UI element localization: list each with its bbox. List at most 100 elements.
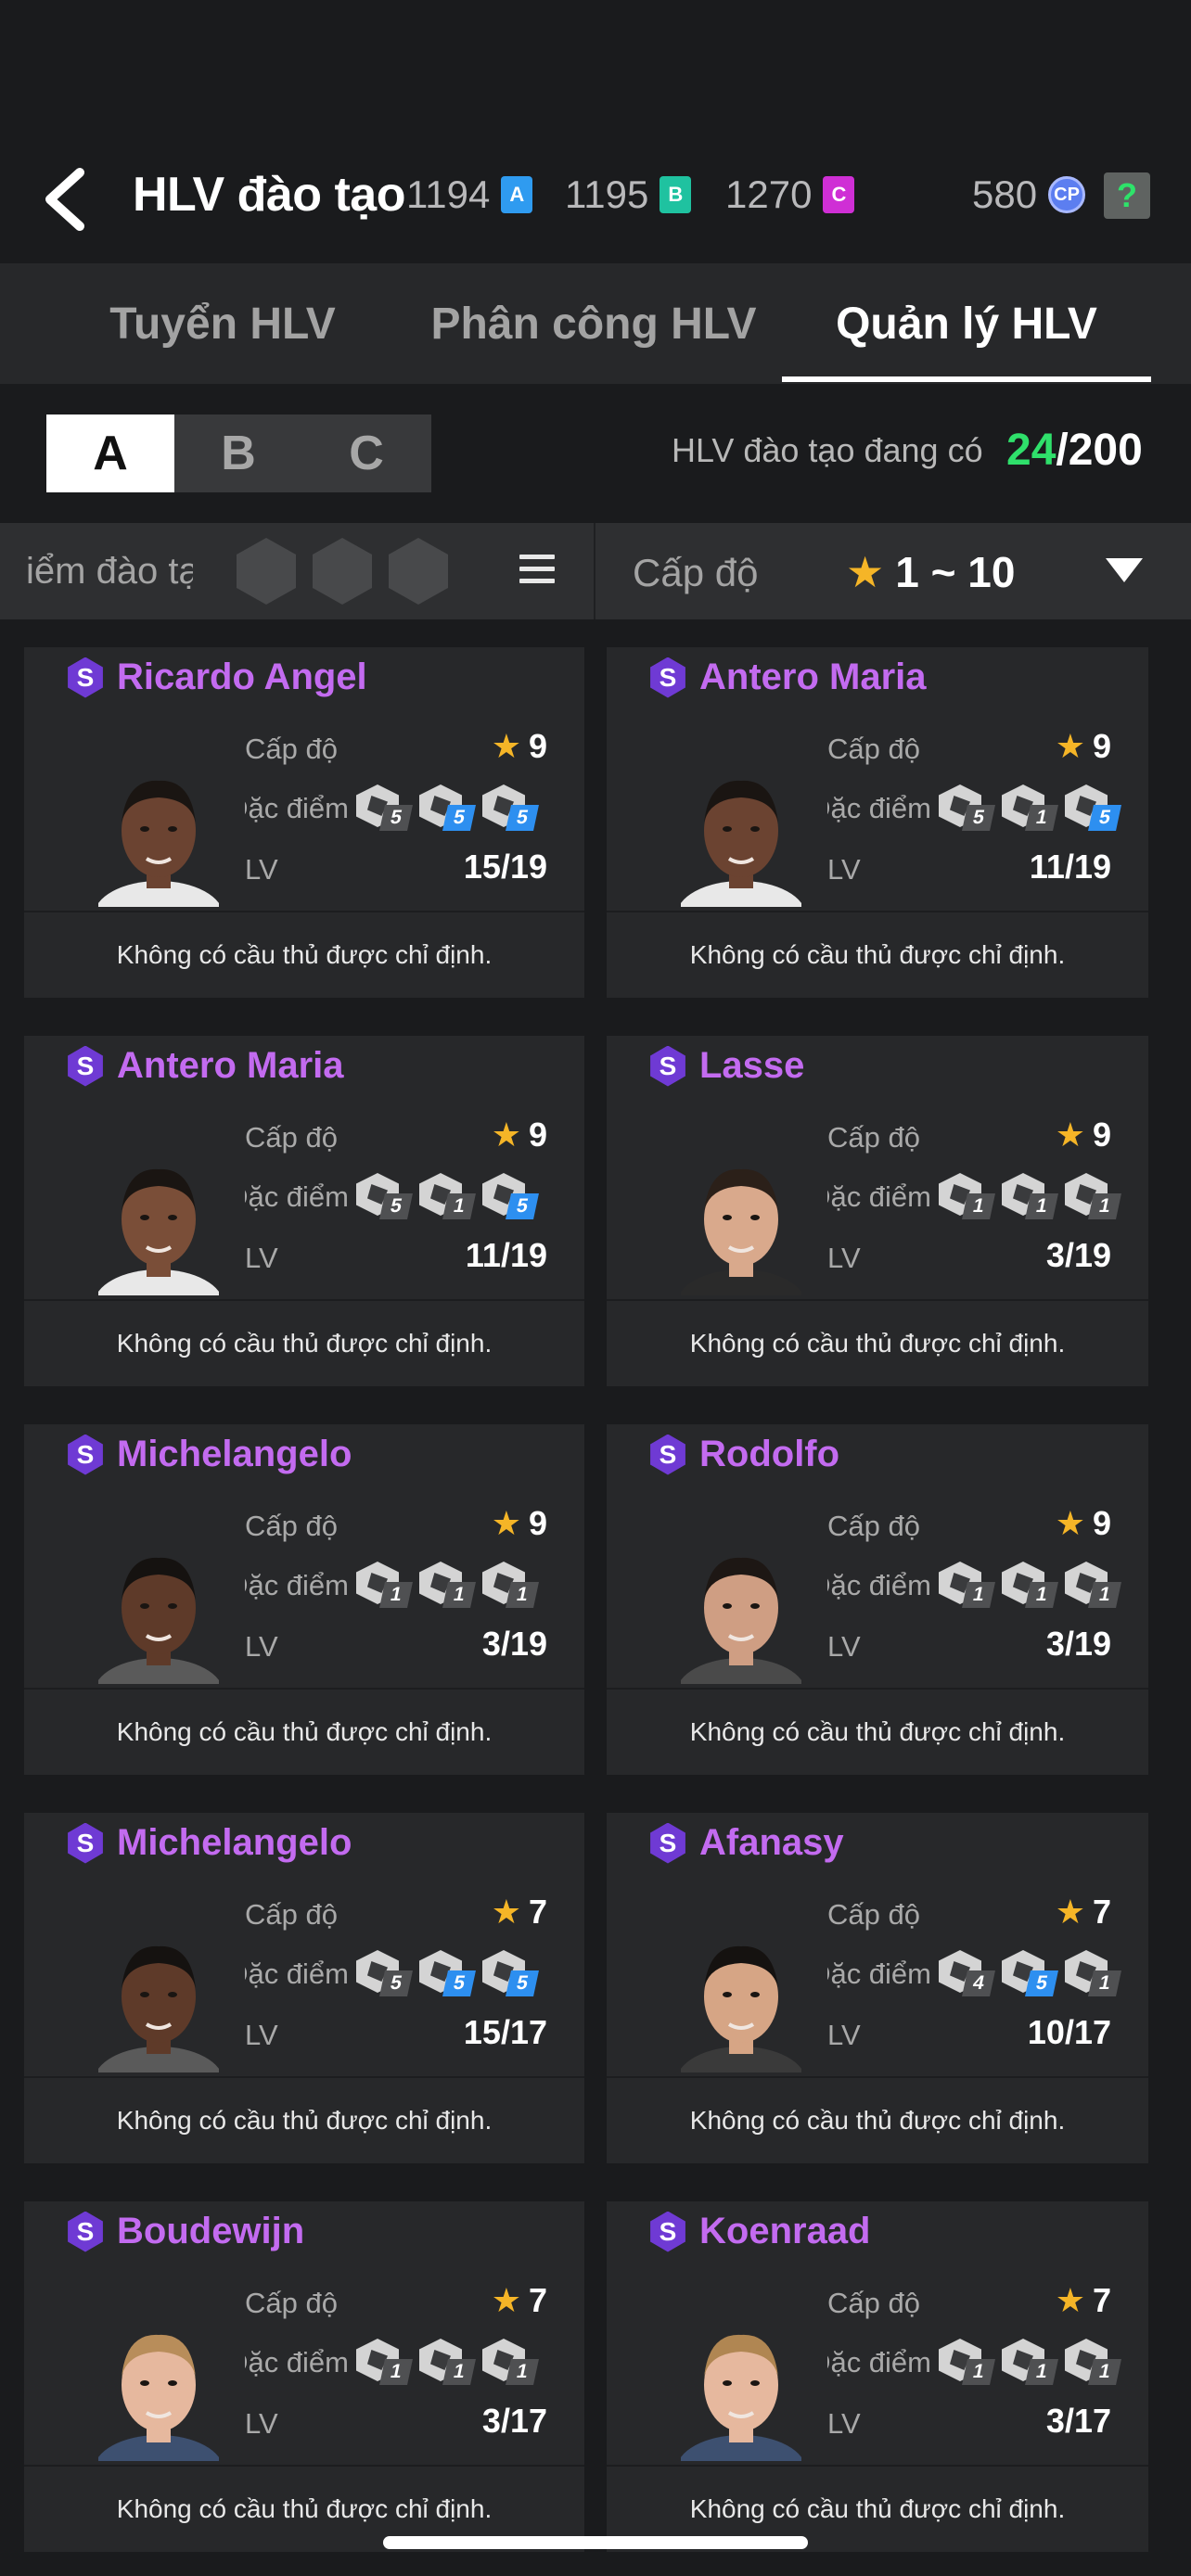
trait-level: 1 [379,1582,413,1608]
help-button[interactable]: ? [1104,172,1150,219]
assigned-player-note: Không có cầu thủ được chỉ định. [116,1329,493,1358]
traits-label: Đặc điểm [245,1180,349,1213]
traits-label: Đặc điểm [827,1569,931,1601]
lv-label: LV [245,2407,278,2440]
page-title: HLV đào tạo [133,168,405,222]
trait-level: 5 [1088,805,1121,831]
trait-level: 1 [379,2359,413,2385]
star-icon: ★ [1055,1504,1085,1542]
back-arrow-icon[interactable] [37,158,93,241]
coach-name: S Koenraad [647,2211,871,2252]
s-rank-icon: S [650,1434,685,1475]
coach-level-value: 9 [1092,1504,1111,1542]
trait-level: 5 [442,805,476,831]
trait-level: 4 [962,1970,995,1996]
active-tab-indicator [782,376,1151,382]
s-rank-icon: S [68,1822,103,1864]
coach-lv: 15/17 [463,2013,547,2051]
traits-label: Đặc điểm [245,1958,349,1990]
coach-card[interactable]: S Ricardo Angel Cấp độ ★ 9 Đặc điểm 5 5 [24,647,584,998]
trait-icon: 1 [1002,784,1059,833]
coach-name: S Antero Maria [65,1045,344,1087]
lv-label: LV [827,1630,861,1663]
level-filter-label: Cấp độ [633,551,759,594]
trait-list: 1 1 1 [939,1562,1122,1610]
coach-card[interactable]: S Michelangelo Cấp độ ★ 9 Đặc điểm 1 1 [24,1424,584,1775]
level-label: Cấp độ [827,1898,920,1931]
trait-list: 1 1 1 [939,1173,1122,1221]
star-icon: ★ [1055,727,1085,765]
s-rank-icon: S [650,1045,685,1087]
subtab-a[interactable]: A [46,414,174,492]
level-label: Cấp độ [245,733,338,765]
tab-assign-coach[interactable]: Phân công HLV [408,263,779,384]
trait-list: 1 1 1 [356,2339,540,2387]
coach-card[interactable]: S Rodolfo Cấp độ ★ 9 Đặc điểm 1 1 1 [607,1424,1148,1775]
subtab-c[interactable]: C [302,414,430,492]
coach-name-text: Koenraad [699,2211,871,2251]
training-point-slots [237,538,448,605]
coach-card[interactable]: S Boudewijn Cấp độ ★ 7 Đặc điểm 1 1 1 [24,2201,584,2552]
coach-name-text: Michelangelo [117,1822,352,1863]
coach-card[interactable]: S Koenraad Cấp độ ★ 7 Đặc điểm 1 1 1 [607,2201,1148,2552]
trait-level: 1 [506,1582,539,1608]
coach-name-text: Antero Maria [117,1045,344,1086]
empty-slot-icon [237,538,296,605]
assigned-player-note: Không có cầu thủ được chỉ định. [689,1717,1066,1746]
coach-count: 24/200 [1006,425,1143,476]
level-label: Cấp độ [827,1510,920,1542]
coach-card[interactable]: S Michelangelo Cấp độ ★ 7 Đặc điểm 5 5 [24,1813,584,2163]
trait-icon: 5 [482,1950,540,1998]
training-points-filter[interactable]: iểm đào tạ [0,523,594,619]
trait-level: 5 [379,805,413,831]
trait-level: 5 [442,1970,476,1996]
coach-name-text: Boudewijn [117,2211,305,2251]
coach-name: S Boudewijn [65,2211,304,2252]
lv-label: LV [245,1630,278,1663]
coach-level-value: 7 [528,1893,547,1931]
trait-icon: 5 [482,1173,540,1221]
coach-name: S Michelangelo [65,1822,352,1864]
coach-card[interactable]: S Lasse Cấp độ ★ 9 Đặc điểm 1 1 1 [607,1036,1148,1386]
coach-portrait [98,2334,219,2461]
traits-label: Đặc điểm [827,2346,931,2378]
main-tabs: Tuyển HLV Phân công HLV Quản lý HLV [0,263,1191,384]
lv-label: LV [245,2019,278,2051]
level-label: Cấp độ [245,1510,338,1542]
dropdown-arrow-icon[interactable] [1106,558,1143,582]
coin-b-icon: B [660,176,692,213]
star-icon: ★ [1055,2281,1085,2319]
sort-menu-icon[interactable] [519,555,555,588]
coach-level-value: 9 [528,1504,547,1542]
trait-icon: 5 [419,784,477,833]
coach-card[interactable]: S Afanasy Cấp độ ★ 7 Đặc điểm 4 5 1 [607,1813,1148,2163]
trait-level: 1 [962,2359,995,2385]
coach-level: ★ 7 [1056,2281,1111,2320]
filter-divider [594,523,596,619]
coach-name-text: Ricardo Angel [117,657,367,697]
trait-level: 1 [1025,805,1058,831]
trait-level: 1 [506,2359,539,2385]
level-label: Cấp độ [827,733,920,765]
subtab-b[interactable]: B [174,414,302,492]
trait-icon: 1 [356,2339,414,2387]
trait-level: 1 [442,2359,476,2385]
s-rank-icon: S [650,657,685,698]
trait-icon: 1 [356,1562,414,1610]
level-filter-range[interactable]: ★ 1 ~ 10 [846,547,1015,597]
tab-manage-coach[interactable]: Quản lý HLV [782,263,1151,384]
coach-card[interactable]: S Antero Maria Cấp độ ★ 9 Đặc điểm 5 1 [607,647,1148,998]
trait-level: 1 [442,1193,476,1219]
s-rank-icon: S [650,1822,685,1864]
trait-icon: 1 [1065,1562,1122,1610]
coach-level-value: 7 [528,2281,547,2319]
coach-card[interactable]: S Antero Maria Cấp độ ★ 9 Đặc điểm 5 1 [24,1036,584,1386]
s-rank-icon: S [68,1045,103,1087]
currency-a: 1194 A [406,172,533,217]
trait-level: 1 [962,1193,995,1219]
tab-recruit-coach[interactable]: Tuyển HLV [56,263,390,384]
trait-icon: 5 [356,1950,414,1998]
coach-lv: 15/19 [463,848,547,886]
coach-name-text: Antero Maria [699,657,927,697]
trait-level: 1 [1025,1582,1058,1608]
